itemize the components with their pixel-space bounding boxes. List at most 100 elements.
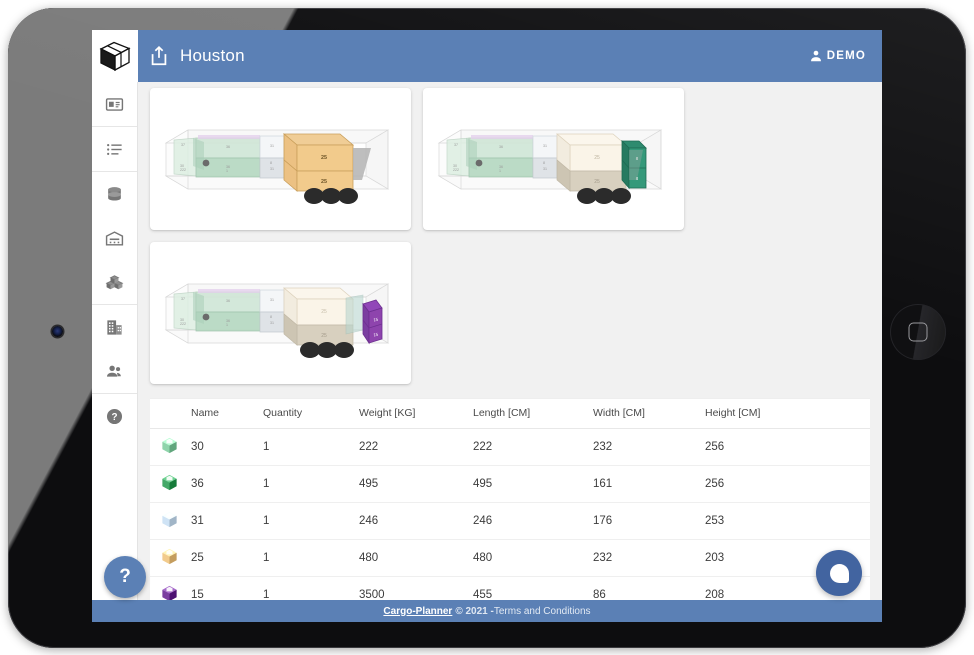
table-row[interactable]: 251480480232203 xyxy=(150,540,870,577)
chat-floating-button[interactable] xyxy=(816,550,862,596)
svg-text:37: 37 xyxy=(454,143,458,147)
help-question-icon: ? xyxy=(119,566,131,588)
table-row[interactable]: 151350045586208 xyxy=(150,577,870,601)
cell-quantity: 1 xyxy=(257,577,353,601)
top-app-bar: Houston DEMO xyxy=(138,30,882,82)
load-view-card-3[interactable]: 25 25 15 15 3730222 xyxy=(150,242,411,384)
app-footer: Cargo-Planner © 2021 - Terms and Conditi… xyxy=(92,600,882,622)
svg-text:1: 1 xyxy=(499,169,501,173)
sidebar-nav: ? xyxy=(92,82,138,600)
table-row[interactable]: 301222222232256 xyxy=(150,429,870,466)
load-view-card-2[interactable]: 25 25 8 8 3730222 xyxy=(423,88,684,230)
help-floating-button[interactable]: ? xyxy=(104,556,146,598)
user-menu[interactable]: DEMO xyxy=(809,49,866,63)
box-icon xyxy=(160,436,179,455)
svg-text:25: 25 xyxy=(321,179,327,185)
cell-weight: 3500 xyxy=(353,577,467,601)
cell-width: 232 xyxy=(587,429,699,466)
cargo-table-body: 3012222222322563614954951612563112462461… xyxy=(150,429,870,601)
sidebar-item-company[interactable] xyxy=(92,305,137,349)
sidebar-item-overview[interactable] xyxy=(92,82,137,126)
svg-text:222: 222 xyxy=(180,322,186,326)
share-icon[interactable] xyxy=(148,45,170,67)
cell-width: 86 xyxy=(587,577,699,601)
cargo-table-container: Name Quantity Weight [KG] Length [CM] Wi… xyxy=(150,398,870,600)
svg-text:25: 25 xyxy=(321,309,327,315)
home-button[interactable] xyxy=(890,304,946,360)
svg-text:1: 1 xyxy=(226,323,228,327)
app-logo[interactable] xyxy=(92,30,138,82)
app-header: Houston DEMO xyxy=(92,30,882,82)
main-content: 25 25 3730222 36361 31831 xyxy=(138,82,882,600)
table-row[interactable]: 361495495161256 xyxy=(150,466,870,503)
person-icon xyxy=(809,49,823,63)
cell-height: 256 xyxy=(699,429,870,466)
sidebar-item-database[interactable] xyxy=(92,172,137,216)
svg-text:31: 31 xyxy=(270,144,274,148)
cell-name: 31 xyxy=(185,503,257,540)
warehouse-icon xyxy=(105,229,124,248)
cell-width: 176 xyxy=(587,503,699,540)
user-label: DEMO xyxy=(827,50,866,62)
cargo-planner-box-logo xyxy=(98,39,132,73)
box-icon xyxy=(160,473,179,492)
footer-copyright: © 2021 - xyxy=(455,606,494,617)
sidebar-item-cargo[interactable] xyxy=(92,260,137,304)
load-views-grid: 25 25 3730222 36361 31831 xyxy=(150,88,684,384)
sidebar-item-list[interactable] xyxy=(92,127,137,171)
box-icon xyxy=(160,547,179,566)
col-header-quantity[interactable]: Quantity xyxy=(257,399,353,429)
truck-load-render-1: 25 25 3730222 36361 31831 xyxy=(150,88,411,230)
sidebar-item-warehouse[interactable] xyxy=(92,216,137,260)
sidebar-item-help[interactable]: ? xyxy=(92,394,137,438)
footer-terms-link[interactable]: Terms and Conditions xyxy=(494,606,591,617)
svg-text:31: 31 xyxy=(270,167,274,171)
cell-quantity: 1 xyxy=(257,540,353,577)
svg-text:8: 8 xyxy=(543,161,545,165)
svg-text:222: 222 xyxy=(180,168,186,172)
page-title: Houston xyxy=(180,46,245,66)
cell-height: 253 xyxy=(699,503,870,540)
list-icon xyxy=(105,140,124,159)
svg-text:31: 31 xyxy=(543,144,547,148)
svg-text:8: 8 xyxy=(270,315,272,319)
sidebar-item-users[interactable] xyxy=(92,349,137,393)
svg-text:222: 222 xyxy=(453,168,459,172)
chat-bubble-icon xyxy=(830,564,849,583)
col-header-width[interactable]: Width [CM] xyxy=(587,399,699,429)
cell-name: 30 xyxy=(185,429,257,466)
svg-text:31: 31 xyxy=(270,321,274,325)
box-icon xyxy=(160,584,179,600)
home-button-square-icon xyxy=(909,323,928,342)
cell-quantity: 1 xyxy=(257,503,353,540)
cell-length: 246 xyxy=(467,503,587,540)
truck-load-render-3: 25 25 15 15 3730222 xyxy=(150,242,411,384)
cargo-box-icon xyxy=(150,466,185,503)
cell-name: 36 xyxy=(185,466,257,503)
col-header-name[interactable]: Name xyxy=(185,399,257,429)
cell-length: 222 xyxy=(467,429,587,466)
load-view-card-1[interactable]: 25 25 3730222 36361 31831 xyxy=(150,88,411,230)
cell-weight: 495 xyxy=(353,466,467,503)
svg-text:36: 36 xyxy=(226,145,230,149)
cargo-box-icon xyxy=(150,577,185,601)
svg-text:25: 25 xyxy=(594,155,600,161)
svg-text:36: 36 xyxy=(226,299,230,303)
table-row[interactable]: 311246246176253 xyxy=(150,503,870,540)
col-header-length[interactable]: Length [CM] xyxy=(467,399,587,429)
cell-quantity: 1 xyxy=(257,429,353,466)
svg-text:25: 25 xyxy=(321,155,327,161)
svg-text:1: 1 xyxy=(226,169,228,173)
cargo-box-icon xyxy=(150,503,185,540)
front-camera xyxy=(52,326,63,337)
cell-height: 256 xyxy=(699,466,870,503)
svg-text:31: 31 xyxy=(543,167,547,171)
cell-width: 232 xyxy=(587,540,699,577)
col-header-weight[interactable]: Weight [KG] xyxy=(353,399,467,429)
help-circle-icon: ? xyxy=(105,407,124,426)
svg-text:37: 37 xyxy=(181,143,185,147)
col-header-height[interactable]: Height [CM] xyxy=(699,399,870,429)
footer-brand-link[interactable]: Cargo-Planner xyxy=(383,606,452,617)
cell-length: 495 xyxy=(467,466,587,503)
cell-length: 455 xyxy=(467,577,587,601)
